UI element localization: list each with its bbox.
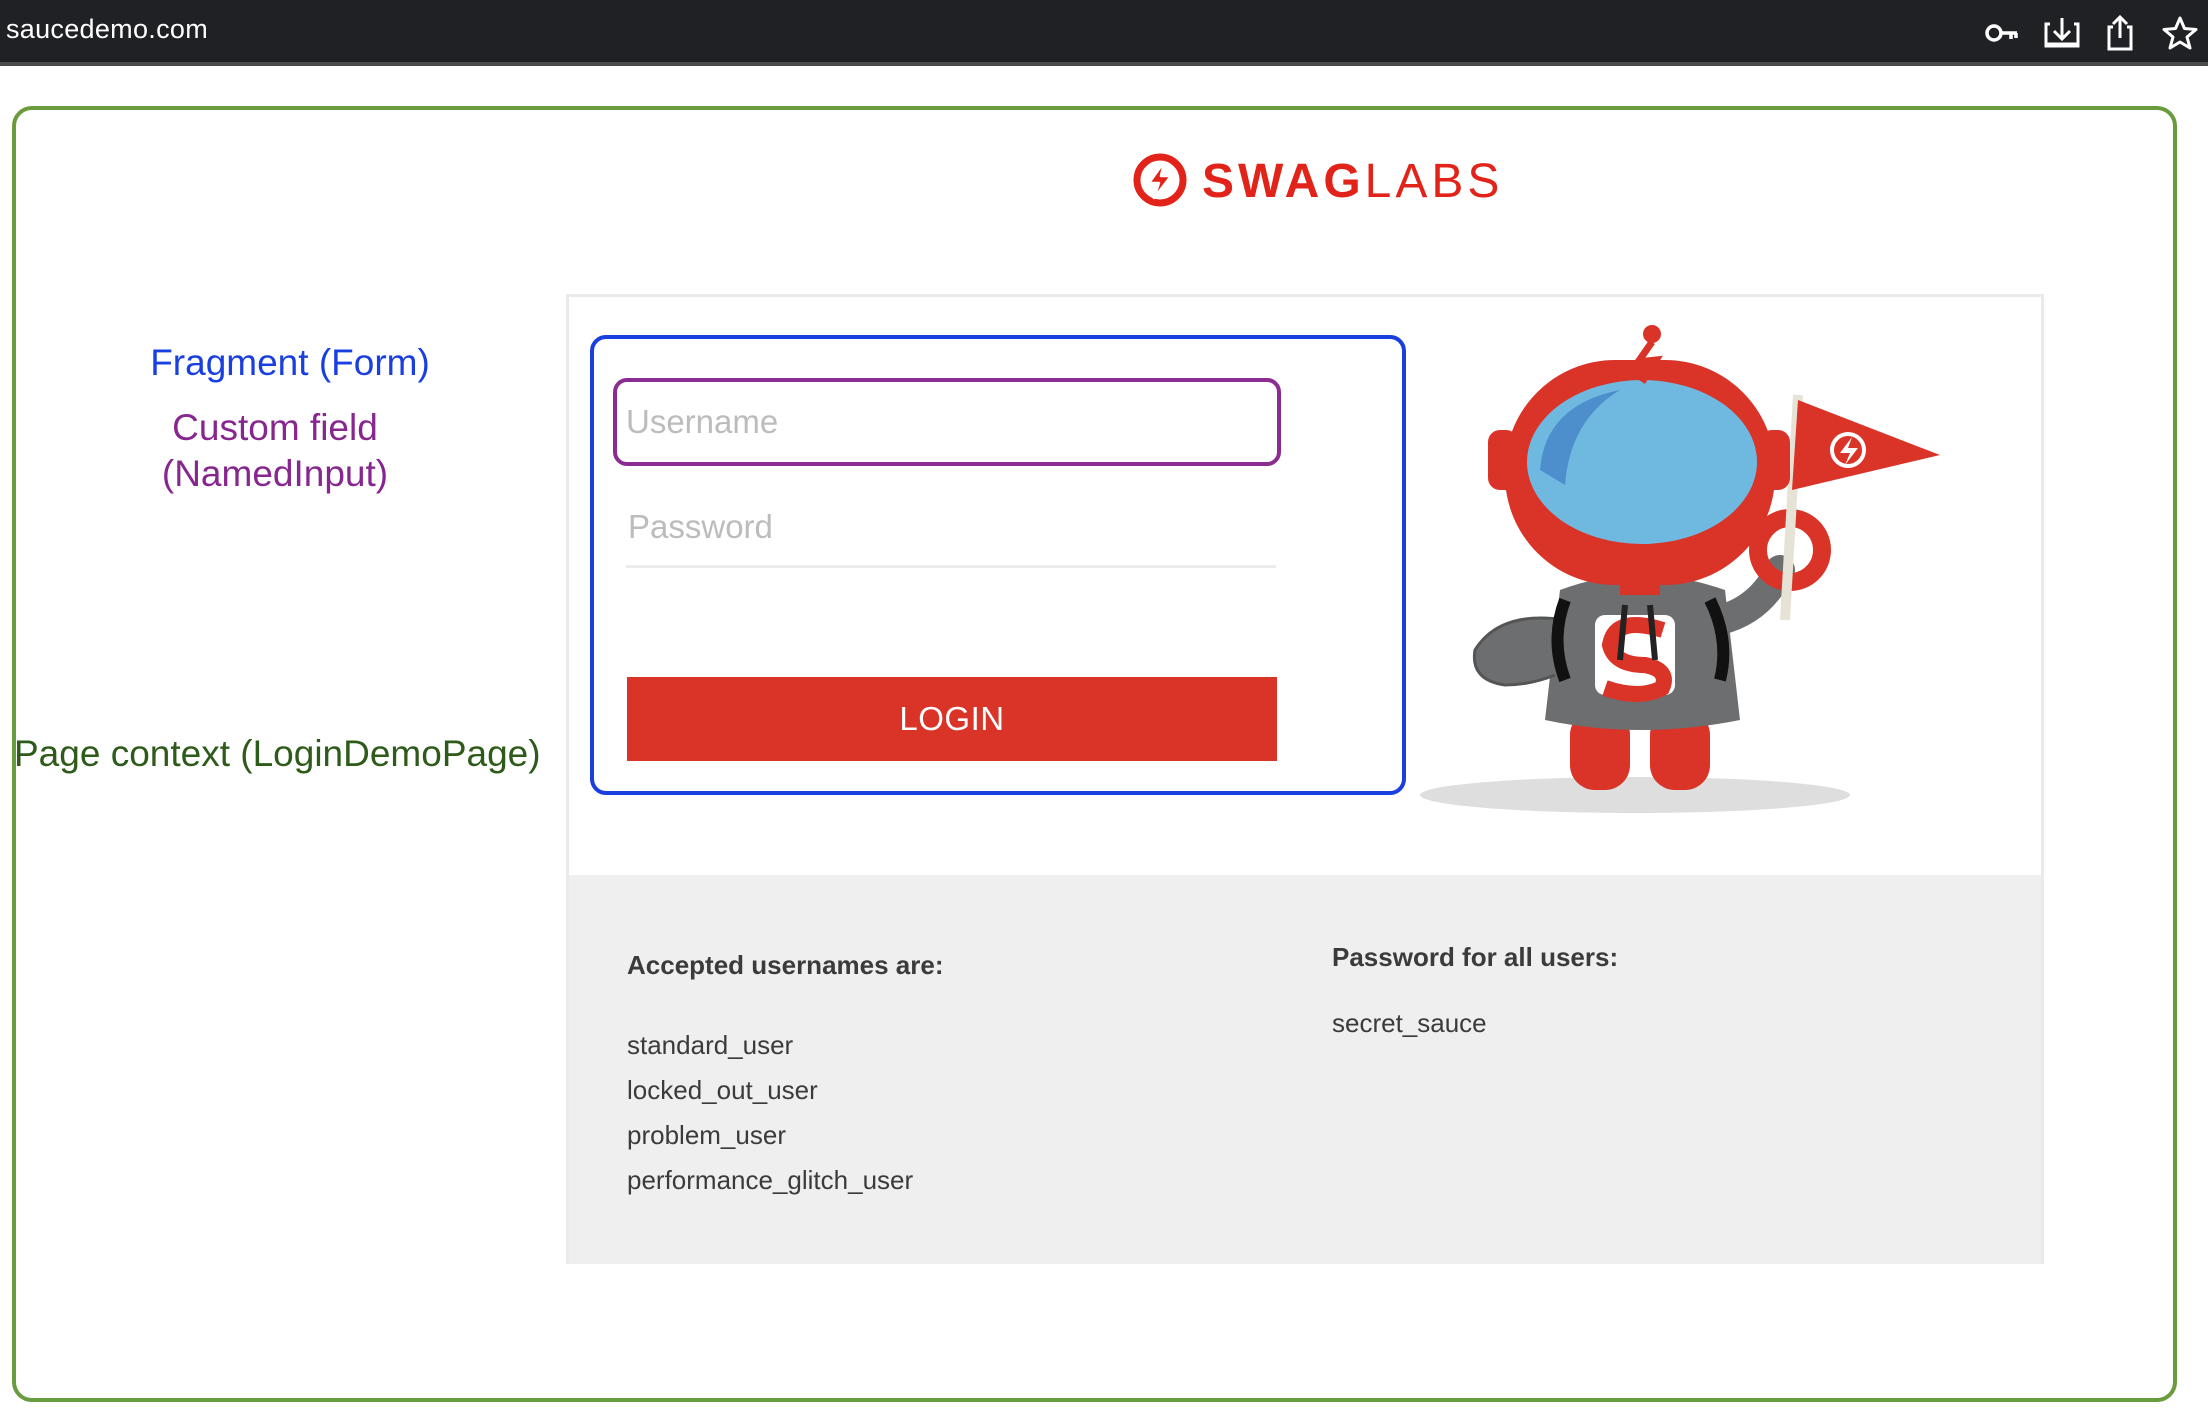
star-icon[interactable] bbox=[2160, 14, 2200, 52]
username-item: locked_out_user bbox=[627, 1075, 818, 1105]
robot-mascot-image bbox=[1380, 320, 1970, 820]
username-item: problem_user bbox=[627, 1120, 786, 1150]
username-item: standard_user bbox=[627, 1030, 794, 1060]
swag-labs-logo-icon bbox=[1132, 152, 1188, 208]
custom-field-annotation: Custom field (NamedInput) bbox=[161, 407, 389, 494]
password-heading: Password for all users: bbox=[1332, 942, 1619, 972]
logo-wordmark: SWAGLABS bbox=[1202, 154, 1503, 209]
page-context-annotation: Page context (LoginDemoPage) bbox=[14, 733, 541, 774]
password-value: secret_sauce bbox=[1332, 1008, 1487, 1038]
credentials-panel bbox=[569, 875, 2041, 1264]
key-icon[interactable] bbox=[1982, 14, 2022, 52]
browser-toolbar: saucedemo.com bbox=[0, 0, 2208, 66]
logo-light-text: LABS bbox=[1364, 155, 1504, 208]
fragment-form-frame bbox=[590, 335, 1406, 795]
usernames-heading: Accepted usernames are: bbox=[627, 950, 944, 980]
fragment-annotation: Fragment (Form) bbox=[150, 342, 430, 383]
username-item: performance_glitch_user bbox=[627, 1165, 914, 1195]
address-bar-url[interactable]: saucedemo.com bbox=[6, 14, 208, 45]
logo-bold-text: SWAG bbox=[1202, 155, 1365, 208]
share-icon[interactable] bbox=[2100, 14, 2140, 52]
download-icon[interactable] bbox=[2042, 14, 2082, 52]
